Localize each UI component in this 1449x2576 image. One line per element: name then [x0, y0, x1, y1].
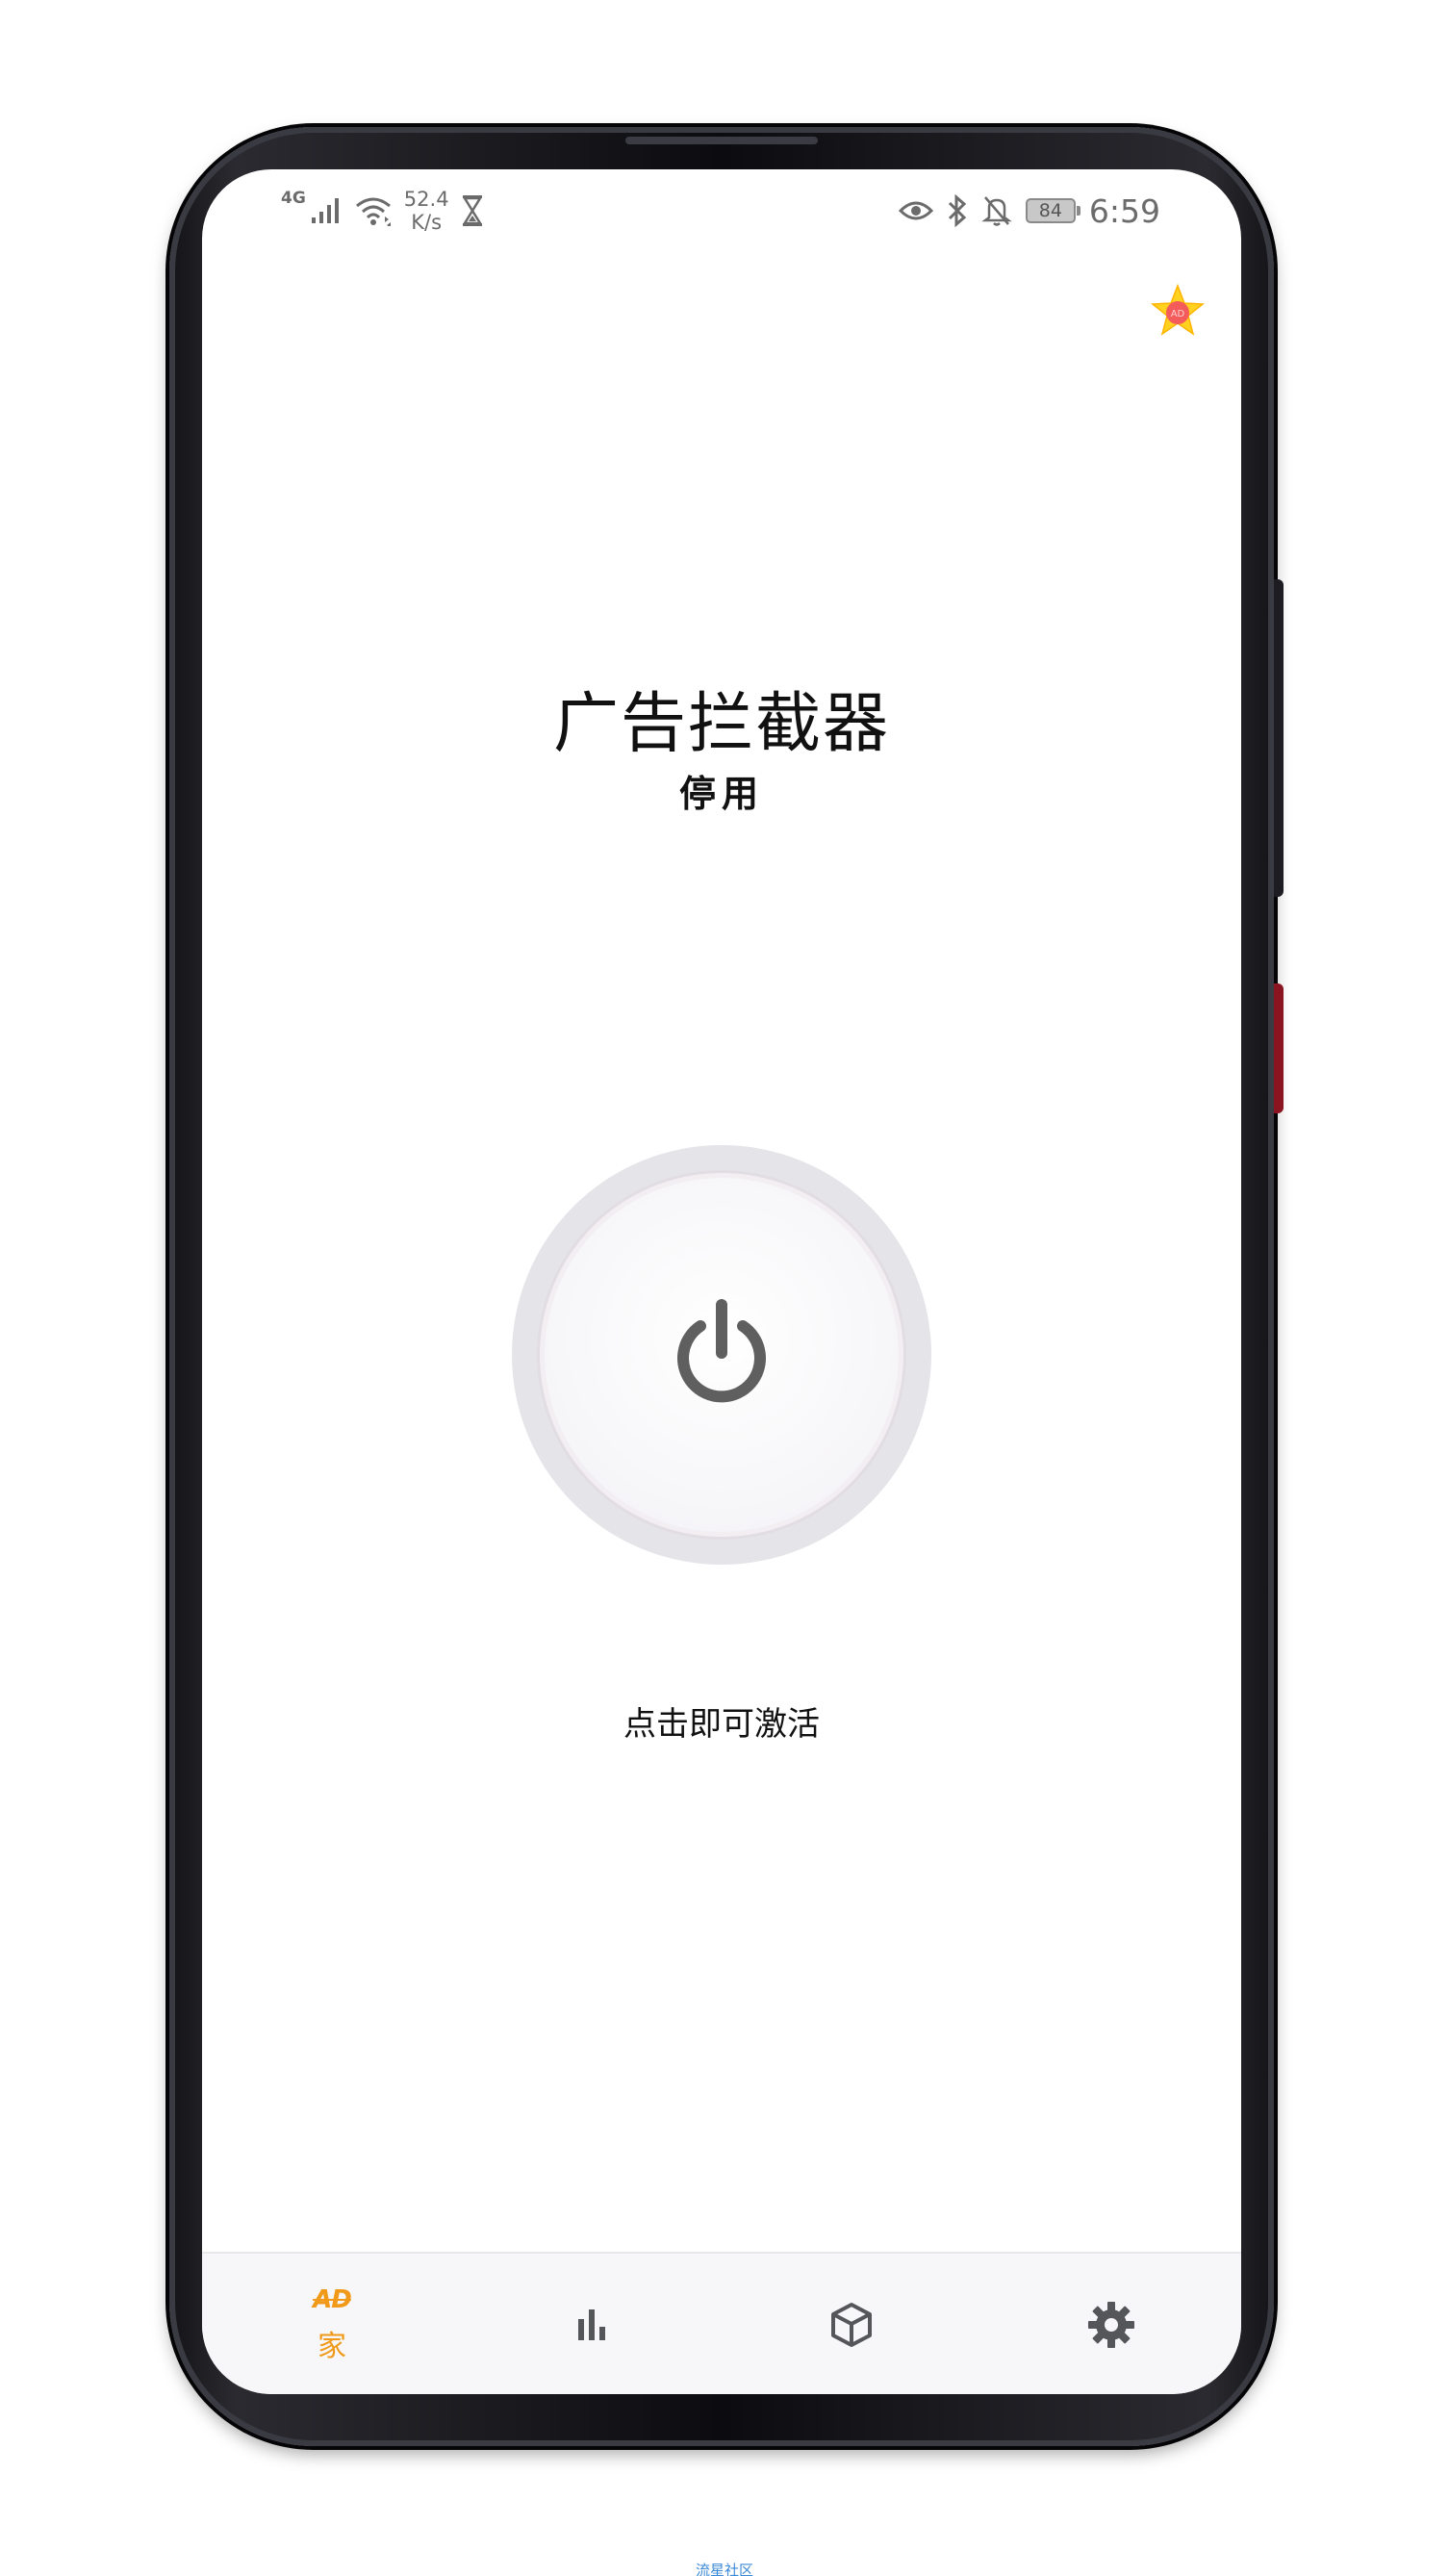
watermark-text: 流星社区: [695, 2562, 753, 2576]
status-bar-right: 84 6:59: [898, 185, 1160, 237]
nav-item-home-label: 家: [318, 2330, 346, 2363]
bluetooth-icon: [948, 194, 967, 227]
ad-icon: AD: [313, 2285, 352, 2314]
nav-item-stats[interactable]: [462, 2254, 722, 2394]
bottom-navigation: AD 家: [202, 2252, 1241, 2394]
network-type-label: 4G: [281, 189, 306, 208]
power-button-face: [545, 1178, 899, 1532]
power-toggle-button[interactable]: [512, 1145, 931, 1565]
status-time: 6:59: [1088, 191, 1160, 230]
status-bar: 4G 52.4 K/s 84 6:59: [202, 169, 1241, 246]
blocker-status: 停用: [678, 773, 764, 815]
hourglass-icon: [462, 195, 482, 226]
status-bar-left: 4G 52.4 K/s: [281, 185, 484, 237]
network-speed-unit: K/s: [411, 211, 443, 234]
nav-item-settings[interactable]: [981, 2254, 1241, 2394]
volume-button: [1274, 579, 1284, 897]
battery-level: 84: [1038, 200, 1062, 221]
phone-screen: 4G 52.4 K/s 84 6:59 AD 广告拦截器 停用 点击即可激活 A…: [202, 169, 1241, 2394]
bell-off-icon: [981, 196, 1012, 226]
screenshot-stage: 4G 52.4 K/s 84 6:59 AD 广告拦截器 停用 点击即可激活 A…: [0, 0, 1449, 2576]
eye-icon: [898, 201, 933, 220]
battery-indicator: 84: [1025, 198, 1080, 223]
svg-text:AD: AD: [1171, 309, 1185, 319]
app-title: 广告拦截器: [552, 686, 890, 762]
earpiece-speaker: [625, 137, 818, 144]
box-icon: [831, 2303, 872, 2347]
network-speed-value: 52.4: [403, 188, 449, 211]
nav-item-home[interactable]: AD 家: [202, 2254, 462, 2394]
ad-star-badge-icon[interactable]: AD: [1149, 283, 1207, 341]
power-side-button: [1274, 983, 1284, 1113]
phone-frame: 4G 52.4 K/s 84 6:59 AD 广告拦截器 停用 点击即可激活 A…: [169, 127, 1284, 2446]
network-speed: 52.4 K/s: [404, 188, 449, 234]
wifi-icon: [355, 197, 391, 226]
gear-icon: [1088, 2302, 1134, 2348]
nav-item-packages[interactable]: [722, 2254, 981, 2394]
signal-icon: [311, 198, 339, 223]
bar-chart-icon: [578, 2309, 605, 2340]
activate-hint: 点击即可激活: [623, 1705, 820, 1744]
power-icon: [677, 1299, 766, 1403]
